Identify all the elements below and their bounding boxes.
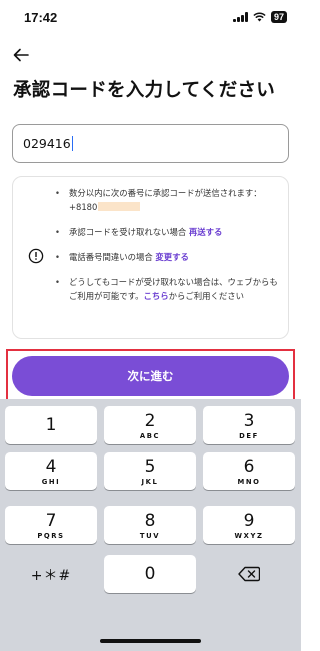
redacted-number — [98, 202, 141, 211]
key-2[interactable]: 2 ABC — [104, 406, 196, 444]
key-symbols-label: +＊# — [30, 568, 72, 584]
key-symbols[interactable]: +＊# — [5, 555, 97, 593]
info-item-web: どうしてもコードが受け取れない場合は、ウェブからもご利用が可能です。こちらからご… — [55, 275, 283, 303]
info-circle-icon — [28, 248, 44, 264]
info-list: 数分以内に次の番号に承認コードが送信されます：+8180 承認コードを受け取れな… — [55, 186, 283, 314]
key-digit: 7 — [45, 511, 57, 531]
change-number-link[interactable]: 変更する — [155, 252, 189, 262]
next-button[interactable]: 次に進む — [12, 356, 289, 396]
key-letters: PQRS — [37, 532, 65, 540]
info-item-send-number: 数分以内に次の番号に承認コードが送信されます：+8180 — [55, 186, 283, 214]
key-7[interactable]: 7 PQRS — [5, 506, 97, 544]
key-letters: TUV — [139, 532, 161, 540]
key-4[interactable]: 4 GHI — [5, 452, 97, 490]
key-letters: GHI — [41, 478, 61, 486]
backspace-icon — [238, 566, 261, 582]
status-icons: 97 — [233, 11, 287, 23]
key-digit: 5 — [144, 457, 156, 477]
key-9[interactable]: 9 WXYZ — [203, 506, 295, 544]
key-6[interactable]: 6 MNO — [203, 452, 295, 490]
next-button-label: 次に進む — [127, 369, 174, 383]
key-digit: 3 — [243, 411, 255, 431]
numeric-keyboard: 1 2 ABC 3 DEF 4 GHI 5 JKL 6 MNO 7 PQRS 8… — [0, 399, 301, 651]
home-indicator — [100, 639, 201, 643]
info-text-after: からご利用ください — [168, 291, 245, 301]
status-time: 17:42 — [24, 10, 58, 25]
key-letters: DEF — [239, 432, 259, 440]
key-digit: 1 — [45, 415, 57, 435]
battery-icon: 97 — [270, 11, 287, 23]
key-digit: 4 — [45, 457, 57, 477]
key-5[interactable]: 5 JKL — [104, 452, 196, 490]
key-digit: 2 — [144, 411, 156, 431]
status-bar: 17:42 97 — [0, 0, 301, 36]
key-digit: 0 — [144, 564, 156, 584]
key-digit: 8 — [144, 511, 156, 531]
signal-icon — [233, 12, 248, 22]
code-input-value: 029416 — [23, 136, 71, 151]
web-link[interactable]: こちら — [144, 291, 169, 301]
key-letters: WXYZ — [234, 532, 264, 540]
key-letters: MNO — [237, 478, 261, 486]
text-caret — [71, 136, 74, 151]
arrow-left-icon — [13, 48, 29, 62]
key-delete[interactable] — [203, 555, 295, 593]
resend-link[interactable]: 再送する — [189, 227, 223, 237]
page-title: 承認コードを入力してください — [13, 80, 276, 101]
info-text: 電話番号間違いの場合 — [69, 252, 156, 262]
code-input[interactable]: 029416 — [12, 124, 289, 163]
info-text: 承認コードを受け取れない場合 — [69, 227, 189, 237]
key-3[interactable]: 3 DEF — [203, 406, 295, 444]
key-0[interactable]: 0 — [104, 555, 196, 593]
info-item-resend: 承認コードを受け取れない場合 再送する — [55, 225, 283, 239]
back-button[interactable] — [12, 46, 30, 64]
key-1[interactable]: 1 — [5, 406, 97, 444]
key-digit: 9 — [243, 511, 255, 531]
key-8[interactable]: 8 TUV — [104, 506, 196, 544]
wifi-icon — [253, 12, 266, 22]
info-card: 数分以内に次の番号に承認コードが送信されます：+8180 承認コードを受け取れな… — [12, 176, 289, 339]
key-letters: ABC — [139, 432, 161, 440]
key-letters: JKL — [141, 478, 159, 486]
info-item-change-number: 電話番号間違いの場合 変更する — [55, 250, 283, 264]
key-digit: 6 — [243, 457, 255, 477]
